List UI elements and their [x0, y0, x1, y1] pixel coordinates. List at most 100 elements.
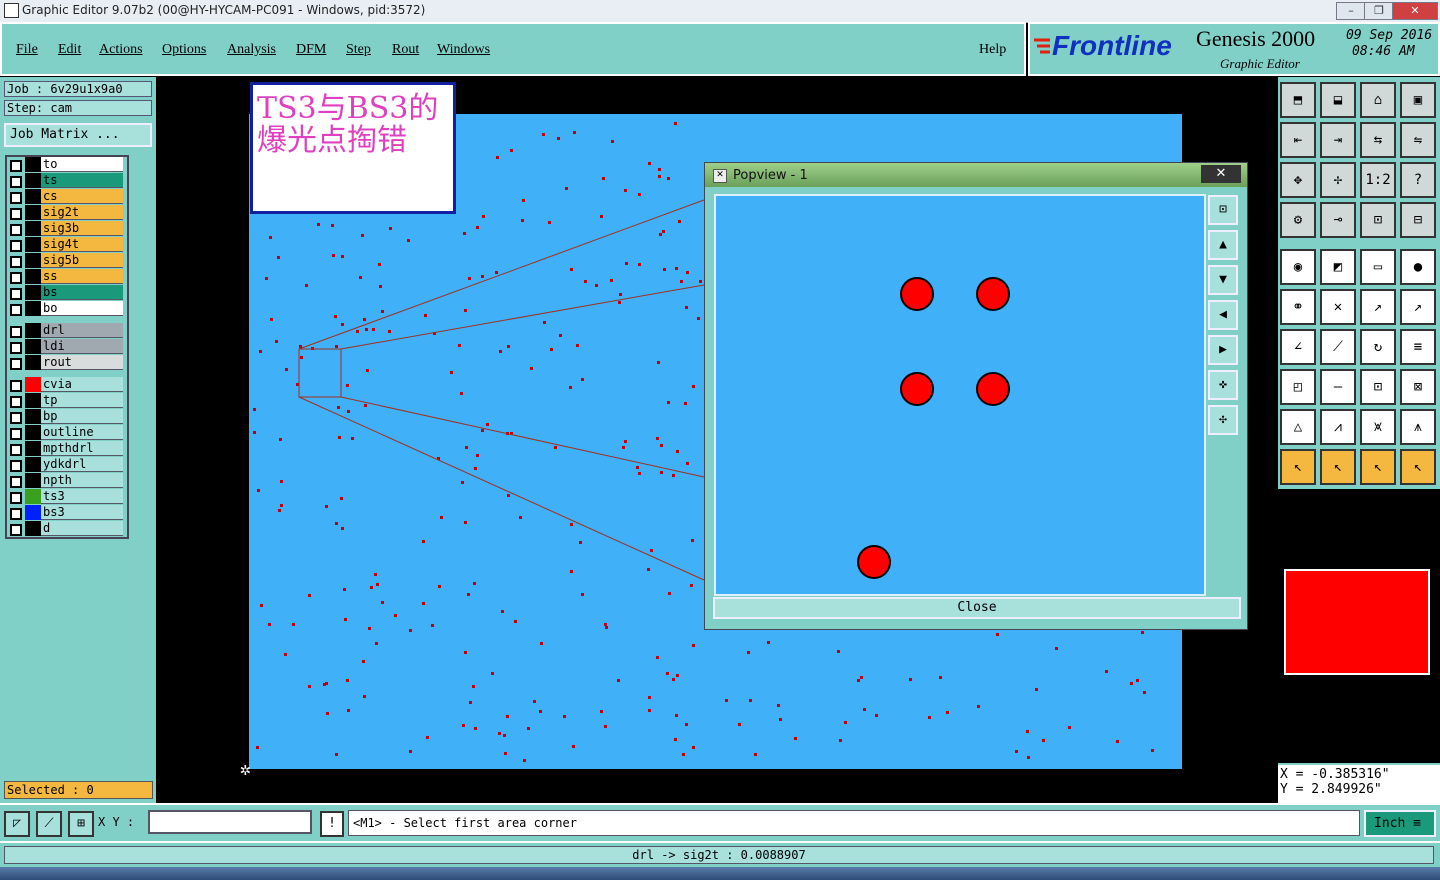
triangle-icon[interactable]: △	[1280, 409, 1316, 445]
xy-input[interactable]	[148, 810, 312, 834]
layer-row-cs[interactable]: cs	[7, 189, 127, 205]
layer-checkbox[interactable]	[10, 326, 22, 338]
menu-windows[interactable]: Windows	[437, 42, 490, 58]
menu-actions[interactable]: Actions	[99, 42, 143, 58]
layer-row-npth[interactable]: npth	[7, 473, 127, 489]
layer-name[interactable]: rout	[41, 355, 123, 370]
help-icon[interactable]: ?	[1400, 162, 1436, 198]
scale-icon[interactable]: 1:2	[1360, 162, 1396, 198]
layer-row-sig5b[interactable]: sig5b	[7, 253, 127, 269]
mirror-icon[interactable]: ⇋	[1400, 122, 1436, 158]
line-alt-icon[interactable]: ↗	[1400, 289, 1436, 325]
layer-checkbox[interactable]	[10, 288, 22, 300]
layer-name[interactable]: bs	[41, 285, 123, 300]
layer-checkbox[interactable]	[10, 192, 22, 204]
menu-step[interactable]: Step	[346, 42, 371, 58]
close-window-button[interactable]: ✕	[1392, 2, 1438, 20]
layer-row-sig2t[interactable]: sig2t	[7, 205, 127, 221]
layer-checkbox[interactable]	[10, 240, 22, 252]
arc-icon[interactable]: ⩘	[1320, 409, 1356, 445]
layers-alt-icon[interactable]: ⊟	[1400, 202, 1436, 238]
layer-row-bo[interactable]: bo	[7, 301, 127, 317]
maximize-button[interactable]: ❐	[1364, 2, 1394, 20]
layer-name[interactable]: bs3	[41, 505, 123, 520]
pan-left-icon[interactable]: ⇤	[1280, 122, 1316, 158]
layer-row-drl[interactable]: drl	[7, 323, 127, 339]
fit-icon[interactable]: ✥	[1280, 162, 1316, 198]
ruler-icon[interactable]: ▭	[1360, 249, 1396, 285]
layer-name[interactable]: mpthdrl	[41, 441, 123, 456]
arc-edit-icon[interactable]: ⩚	[1400, 409, 1436, 445]
layer-name[interactable]: ts	[41, 173, 123, 188]
align-icon[interactable]: ≡	[1400, 329, 1436, 365]
color-icon[interactable]: ◩	[1320, 249, 1356, 285]
zoom-home-icon[interactable]: ⬒	[1280, 82, 1316, 118]
screen-icon[interactable]: ▣	[1400, 82, 1436, 118]
circle-icon[interactable]: ●	[1400, 249, 1436, 285]
layer-name[interactable]: bo	[41, 301, 123, 316]
layer-checkbox[interactable]	[10, 492, 22, 504]
layer-checkbox[interactable]	[10, 524, 22, 536]
home-icon[interactable]: ⌂	[1360, 82, 1396, 118]
layer-name[interactable]: ydkdrl	[41, 457, 123, 472]
job-matrix-button[interactable]: Job Matrix ...	[4, 123, 152, 147]
center-icon[interactable]: ✢	[1320, 162, 1356, 198]
pan-right-icon[interactable]: ⇥	[1320, 122, 1356, 158]
layer-row-to[interactable]: to	[7, 157, 127, 173]
layer-checkbox[interactable]	[10, 272, 22, 284]
menu-analysis[interactable]: Analysis	[227, 42, 276, 58]
layer-name[interactable]: bp	[41, 409, 123, 424]
popview-pan-down-button[interactable]: ▼	[1208, 265, 1238, 295]
layer-checkbox[interactable]	[10, 342, 22, 354]
layer-row-cvia[interactable]: cvia	[7, 377, 127, 393]
net-icon[interactable]: ⚭	[1280, 289, 1316, 325]
pad-icon[interactable]: ◉	[1280, 249, 1316, 285]
layer-name[interactable]: tp	[41, 393, 123, 408]
popview-zoom-fit-button[interactable]: ⊡	[1208, 195, 1238, 225]
popview-viewport[interactable]	[714, 194, 1206, 596]
layer-checkbox[interactable]	[10, 476, 22, 488]
popview-pan-up-button[interactable]: ▲	[1208, 230, 1238, 260]
angle-icon[interactable]: ∠	[1280, 329, 1316, 365]
layer-checkbox[interactable]	[10, 256, 22, 268]
cross-icon[interactable]: ✕	[1320, 289, 1356, 325]
layer-name[interactable]: sig3b	[41, 221, 123, 236]
bar-icon[interactable]: —	[1320, 369, 1356, 405]
box-icon[interactable]: ◰	[1280, 369, 1316, 405]
layer-checkbox[interactable]	[10, 428, 22, 440]
layer-name[interactable]: sig5b	[41, 253, 123, 268]
menu-file[interactable]: File	[16, 42, 38, 58]
layer-row-sig3b[interactable]: sig3b	[7, 221, 127, 237]
layers-icon[interactable]: ⊡	[1360, 202, 1396, 238]
swap-icon[interactable]: ⇆	[1360, 122, 1396, 158]
layer-name[interactable]: outline	[41, 425, 123, 440]
alert-icon[interactable]: !	[320, 811, 344, 837]
slash-icon[interactable]: ⟋	[1320, 329, 1356, 365]
layer-name[interactable]: d	[41, 521, 123, 536]
frame-alt-icon[interactable]: ⊠	[1400, 369, 1436, 405]
layer-name[interactable]: cs	[41, 189, 123, 204]
popview-zoom-out-button[interactable]: ✣	[1208, 405, 1238, 435]
snap-icon-button[interactable]: ◸	[4, 811, 30, 837]
layer-row-ts3[interactable]: ts3	[7, 489, 127, 505]
layer-row-rout[interactable]: rout	[7, 355, 127, 371]
layer-checkbox[interactable]	[10, 380, 22, 392]
layer-name[interactable]: sig2t	[41, 205, 123, 220]
menu-help[interactable]: Help	[979, 42, 1006, 58]
layer-row-outline[interactable]: outline	[7, 425, 127, 441]
line-icon[interactable]: ↗	[1360, 289, 1396, 325]
menu-edit[interactable]: Edit	[58, 42, 81, 58]
layer-row-bs[interactable]: bs	[7, 285, 127, 301]
settings-icon[interactable]: ⚙	[1280, 202, 1316, 238]
measure-icon-button[interactable]: ⟋	[36, 811, 62, 837]
frame-icon[interactable]: ⊡	[1360, 369, 1396, 405]
layer-row-bp[interactable]: bp	[7, 409, 127, 425]
layer-row-ts[interactable]: ts	[7, 173, 127, 189]
select-multi-icon[interactable]: ↖	[1400, 449, 1436, 485]
layer-row-mpthdrl[interactable]: mpthdrl	[7, 441, 127, 457]
layer-checkbox[interactable]	[10, 358, 22, 370]
layer-name[interactable]: npth	[41, 473, 123, 488]
menu-rout[interactable]: Rout	[392, 42, 419, 58]
layer-checkbox[interactable]	[10, 412, 22, 424]
select-icon[interactable]: ↖	[1280, 449, 1316, 485]
